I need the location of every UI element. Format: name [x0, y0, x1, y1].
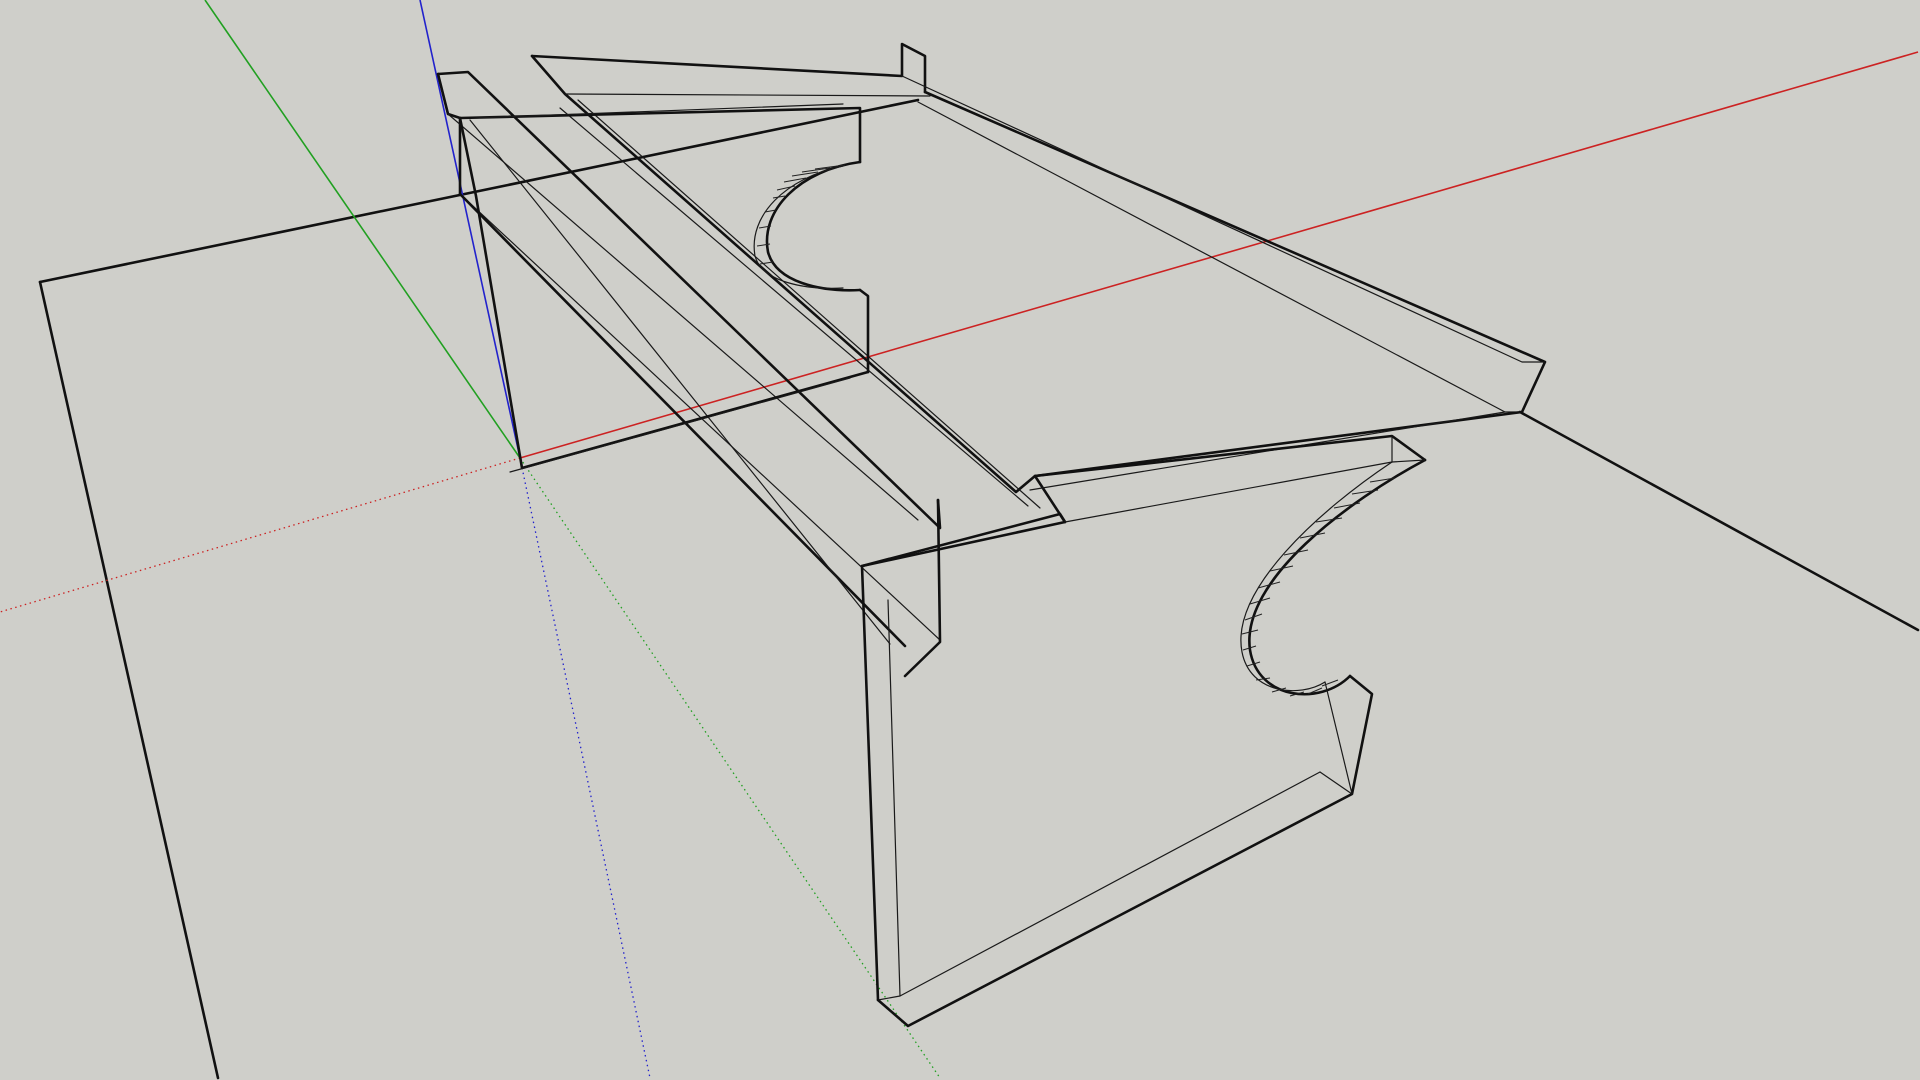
right-bracket[interactable] — [860, 434, 1427, 1028]
axes — [0, 0, 1919, 1079]
front-rail-inner — [447, 113, 919, 521]
shelf-top-groove — [564, 93, 931, 97]
ground-plane — [38, 98, 1920, 1080]
right-bracket-lower-inner — [1324, 681, 1353, 795]
left-bracket-curve-hatch — [756, 164, 846, 265]
green-axis — [204, 0, 521, 459]
ground-plane-near-edge — [38, 280, 220, 1080]
right-bracket-lower-edge — [876, 674, 1374, 1028]
bracket-shelf-model[interactable] — [436, 42, 1547, 1028]
left-bracket-curve — [765, 160, 862, 292]
front-rail-front-edge — [458, 192, 907, 648]
shelf-top-groove-back — [559, 107, 1029, 507]
ground-plane-right-edge — [1518, 410, 1920, 632]
right-bracket-curve — [1248, 458, 1427, 696]
blue-axis — [419, 0, 521, 459]
red-axis-negative — [0, 457, 521, 613]
shelf-front-edge — [860, 410, 1524, 568]
front-rail-right-end — [903, 498, 942, 678]
right-bracket-curve-hatch — [1241, 477, 1396, 697]
red-axis — [519, 51, 1919, 459]
top-shelf-board[interactable] — [530, 42, 1547, 568]
ground-plane-left-edge — [38, 98, 920, 284]
right-bracket-bottom-inner — [877, 771, 1321, 1001]
shelf-back-face — [917, 101, 1523, 413]
right-bracket-top — [860, 512, 1067, 568]
right-bracket-top-step — [1033, 434, 1427, 478]
left-bracket-bottom-inner — [509, 377, 851, 473]
3d-scene[interactable] — [0, 0, 1920, 1080]
shelf-back-edge — [923, 90, 1547, 414]
right-bracket-left-inner — [887, 599, 901, 997]
front-rail-top — [436, 70, 942, 530]
shelf-back-rail-top — [530, 42, 927, 94]
blue-axis-negative — [519, 457, 651, 1079]
shelf-top-groove-front — [577, 99, 1041, 509]
front-rail-inner-lower — [459, 193, 941, 641]
right-bracket-curve-inner — [1240, 461, 1393, 692]
right-bracket-left-edge — [860, 564, 880, 1002]
modeling-viewport[interactable] — [0, 0, 1920, 1080]
front-rail-face — [469, 119, 891, 645]
